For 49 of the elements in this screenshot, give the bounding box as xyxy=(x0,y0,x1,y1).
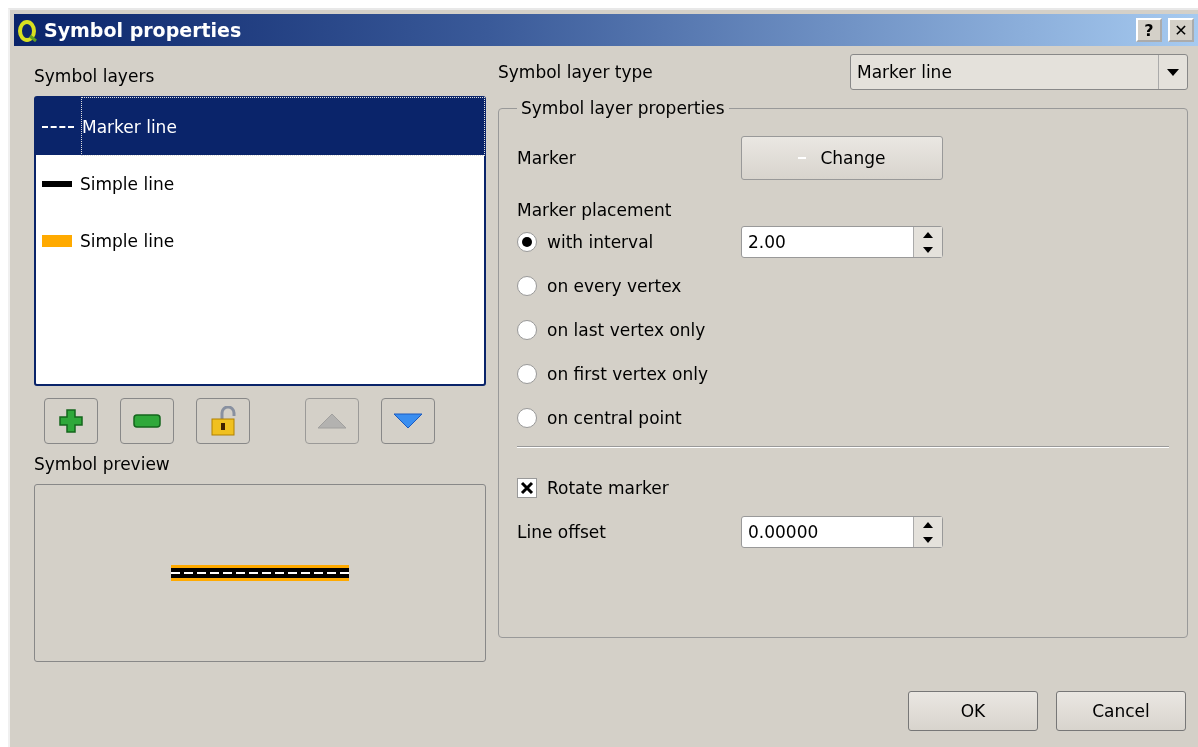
spin-down-icon[interactable] xyxy=(923,246,933,253)
radio-label: on last vertex only xyxy=(547,320,706,340)
window-title: Symbol properties xyxy=(44,19,243,41)
radio-button[interactable] xyxy=(517,364,537,384)
radio-button[interactable] xyxy=(517,232,537,252)
dropdown-arrow-icon xyxy=(1167,68,1179,76)
field-label: Line offset xyxy=(517,522,607,542)
radio-button[interactable] xyxy=(517,276,537,296)
radio-button[interactable] xyxy=(517,320,537,340)
marker-preview-icon xyxy=(798,157,807,159)
change-button[interactable]: Change xyxy=(741,136,943,180)
spin-up-icon[interactable] xyxy=(923,521,933,528)
layer-item[interactable]: Marker line xyxy=(36,98,484,155)
spin-up-icon[interactable] xyxy=(923,231,933,238)
checkbox[interactable] xyxy=(517,478,537,498)
spin-down-icon[interactable] xyxy=(923,536,933,543)
group-title: Symbol layer properties xyxy=(520,98,726,118)
radio-label: on first vertex only xyxy=(547,364,708,384)
checkbox-label: Rotate marker xyxy=(547,478,669,498)
radio-label: on every vertex xyxy=(547,276,682,296)
dialog-button[interactable]: Cancel xyxy=(1056,691,1186,731)
section-label: Symbol layers xyxy=(34,66,156,86)
layer-item[interactable]: Simple line xyxy=(36,155,484,212)
help-button[interactable]: ? xyxy=(1136,18,1162,42)
minus-icon xyxy=(133,414,161,428)
radio-label: with interval xyxy=(547,232,654,252)
down-layer-button[interactable] xyxy=(381,398,435,444)
field-label: Symbol layer type xyxy=(498,62,653,82)
down-triangle-icon xyxy=(393,413,423,429)
value-input[interactable]: 0.00000 xyxy=(742,517,913,547)
layer-type-dropdown[interactable]: Marker line xyxy=(850,54,1188,90)
remove-layer-button[interactable] xyxy=(120,398,174,444)
close-button[interactable]: ✕ xyxy=(1168,18,1194,42)
field-label: Marker placement xyxy=(517,200,673,220)
dialog-button[interactable]: OK xyxy=(908,691,1038,731)
padlock-icon xyxy=(210,406,236,436)
value-input[interactable]: 2.00 xyxy=(742,227,913,257)
field-label: Marker xyxy=(517,148,577,168)
section-label: Symbol preview xyxy=(34,454,171,474)
lock-layer-button[interactable] xyxy=(196,398,250,444)
up-triangle-icon xyxy=(317,413,347,429)
add-layer-button[interactable] xyxy=(44,398,98,444)
app-logo-icon xyxy=(18,18,38,42)
plus-icon xyxy=(58,408,84,434)
radio-label: on central point xyxy=(547,408,682,428)
layer-item[interactable]: Simple line xyxy=(36,212,484,269)
interval-spinbox[interactable]: 2.00 xyxy=(741,226,943,258)
radio-button[interactable] xyxy=(517,408,537,428)
offset-spinbox[interactable]: 0.00000 xyxy=(741,516,943,548)
